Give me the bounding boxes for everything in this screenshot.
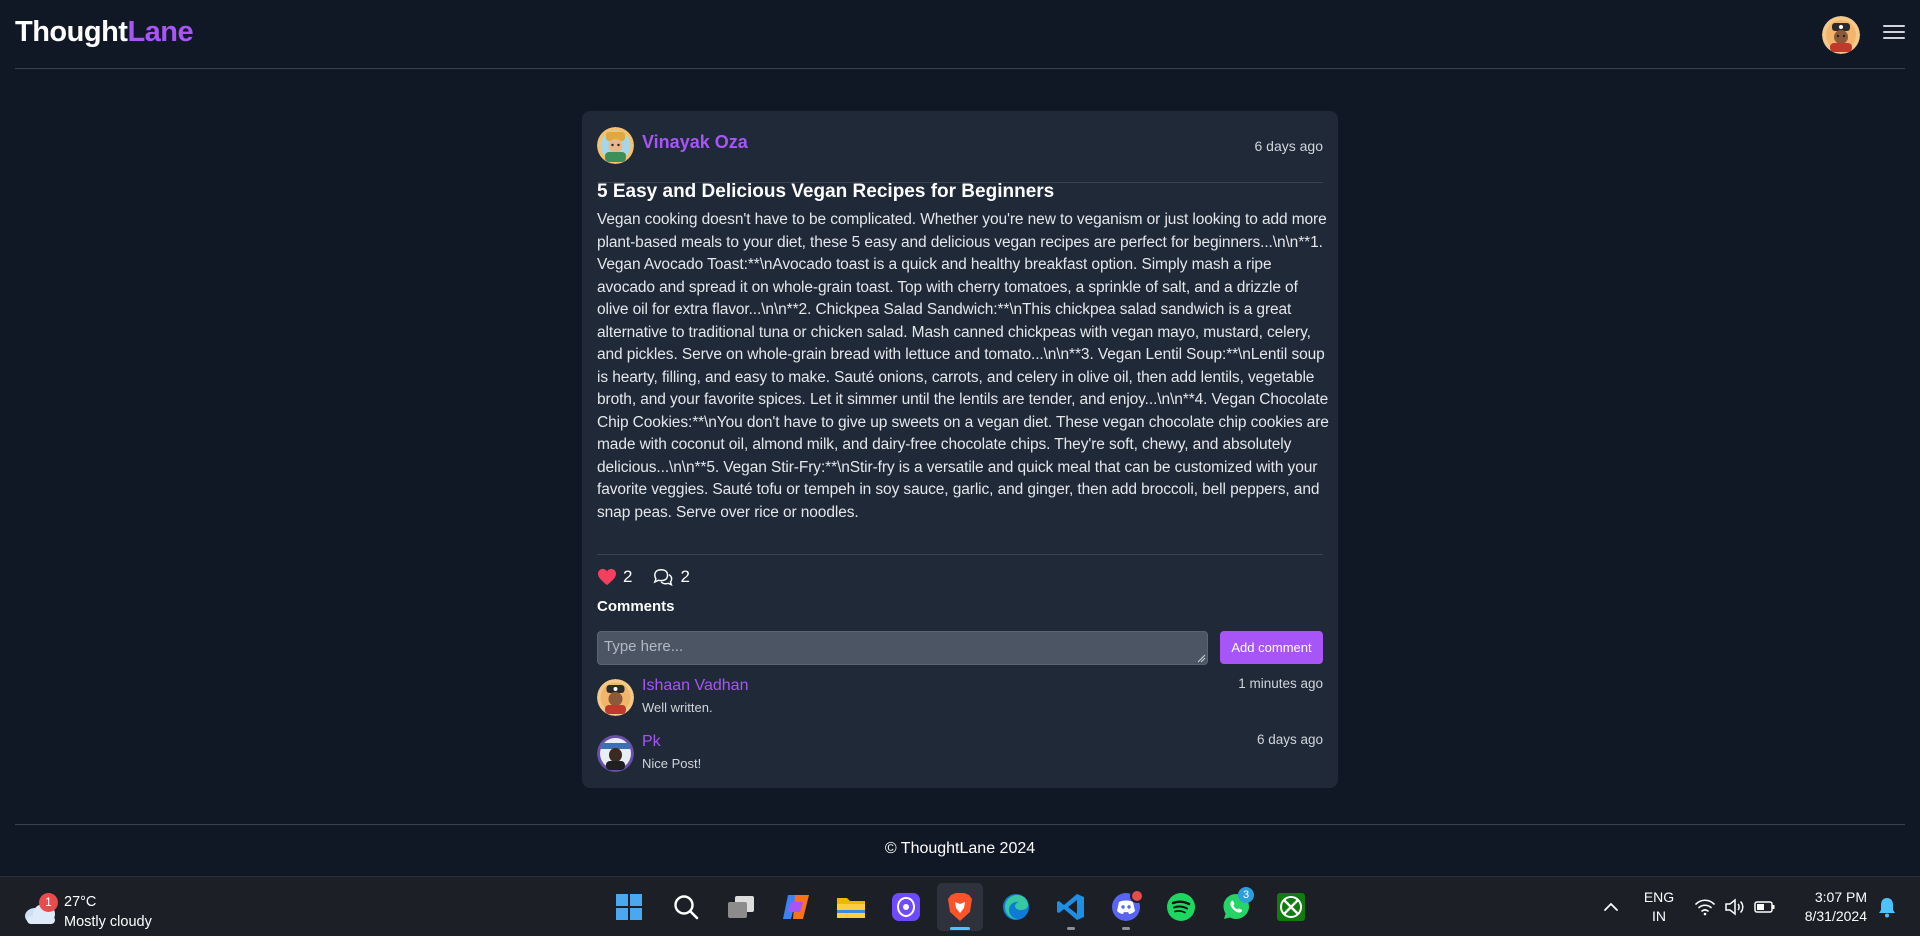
post-stats: 2 2 xyxy=(597,565,710,589)
file-explorer-icon[interactable] xyxy=(835,891,867,923)
battery-icon[interactable] xyxy=(1749,891,1781,923)
wifi-icon[interactable] xyxy=(1689,891,1721,923)
post-timestamp: 6 days ago xyxy=(1254,138,1324,154)
task-view-icon[interactable] xyxy=(725,891,757,923)
language-code: ENG xyxy=(1643,889,1675,905)
comment-timestamp: 1 minutes ago xyxy=(1238,676,1323,691)
comment-item: Pk Nice Post! 6 days ago xyxy=(597,732,1323,779)
discord-running-indicator xyxy=(1122,927,1130,930)
system-clock[interactable]: 3:07 PM 8/31/2024 xyxy=(1805,888,1867,926)
like-button[interactable]: 2 xyxy=(597,567,632,587)
commenter-name-link[interactable]: Ishaan Vadhan xyxy=(642,677,748,695)
region-code: IN xyxy=(1652,908,1666,924)
like-count: 2 xyxy=(623,567,633,586)
vscode-running-indicator xyxy=(1067,927,1075,930)
copilot-icon[interactable] xyxy=(780,891,812,923)
commenter-avatar[interactable] xyxy=(597,679,634,716)
comment-text: Well written. xyxy=(642,700,713,715)
discord-notification-dot xyxy=(1130,889,1144,903)
start-icon[interactable] xyxy=(613,891,645,923)
whatsapp-notification-badge: 3 xyxy=(1238,887,1254,903)
post-header: Vinayak Oza 6 days ago xyxy=(597,126,1323,183)
comments-heading: Comments xyxy=(597,598,675,615)
language-indicator[interactable]: ENG IN xyxy=(1641,888,1677,926)
brave-active-indicator xyxy=(950,927,970,930)
weather-condition: Mostly cloudy xyxy=(64,914,152,930)
spotify-icon[interactable] xyxy=(1165,891,1197,923)
site-header: ThoughtLane xyxy=(15,0,1905,69)
comment-item: Ishaan Vadhan Well written. 1 minutes ag… xyxy=(597,676,1323,723)
commenter-name-link[interactable]: Pk xyxy=(642,733,661,751)
comment-text: Nice Post! xyxy=(642,756,702,771)
comments-button[interactable]: 2 xyxy=(652,567,690,587)
weather-widget[interactable]: 1 27°C Mostly cloudy xyxy=(22,885,172,930)
comment-bubbles-icon xyxy=(654,568,674,587)
post-body: Vegan cooking doesn't have to be complic… xyxy=(597,211,1329,521)
weather-notification-badge: 1 xyxy=(39,893,58,912)
add-comment-button[interactable]: Add comment xyxy=(1220,631,1323,664)
post-title: 5 Easy and Delicious Vegan Recipes for B… xyxy=(597,181,1055,202)
xbox-icon[interactable] xyxy=(1275,891,1307,923)
os-taskbar: 1 27°C Mostly cloudy 3 ENG IN 3:07 PM 8/… xyxy=(0,876,1920,936)
post-card: Vinayak Oza 6 days ago 5 Easy and Delici… xyxy=(582,111,1338,788)
resize-grip-icon[interactable] xyxy=(1197,654,1206,663)
clock-time: 3:07 PM xyxy=(1814,889,1867,905)
footer-copyright: © ThoughtLane 2024 xyxy=(884,840,1036,857)
logo-text-lane: Lane xyxy=(127,16,194,48)
notification-bell-icon[interactable] xyxy=(1871,891,1903,923)
user-avatar[interactable] xyxy=(1822,16,1860,54)
vscode-icon[interactable] xyxy=(1055,891,1087,923)
site-logo[interactable]: ThoughtLane xyxy=(15,16,194,49)
footer-divider xyxy=(15,824,1905,825)
clock-date: 8/31/2024 xyxy=(1804,908,1867,924)
chevron-up-icon[interactable] xyxy=(1595,891,1627,923)
search-icon[interactable] xyxy=(670,891,702,923)
volume-icon[interactable] xyxy=(1719,891,1751,923)
commenter-avatar[interactable] xyxy=(597,735,634,772)
heart-icon xyxy=(598,568,616,586)
author-avatar[interactable] xyxy=(597,127,634,164)
comment-input[interactable] xyxy=(597,631,1208,665)
author-name-link[interactable]: Vinayak Oza xyxy=(642,132,748,153)
comment-count: 2 xyxy=(680,567,690,586)
logo-text-thought: Thought xyxy=(15,16,128,48)
menu-hamburger-icon[interactable] xyxy=(1883,22,1905,44)
brave-browser-icon[interactable] xyxy=(944,891,976,923)
proton-vpn-icon[interactable] xyxy=(890,891,922,923)
divider xyxy=(597,554,1323,555)
comment-timestamp: 6 days ago xyxy=(1256,732,1323,747)
edge-browser-icon[interactable] xyxy=(1000,891,1032,923)
weather-temperature: 27°C xyxy=(64,894,97,910)
